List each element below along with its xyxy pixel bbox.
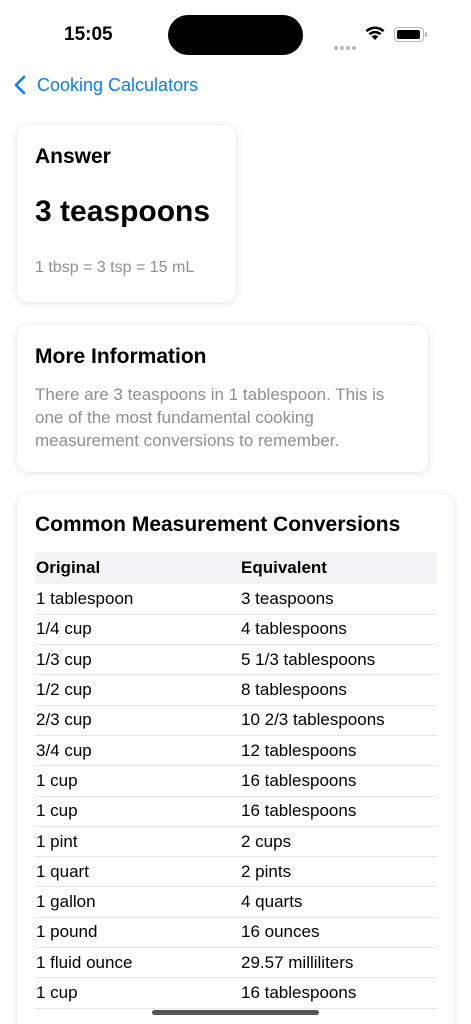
equivalent-cell: 5 1/3 tablespoons xyxy=(240,644,437,676)
table-row: 1/3 cup 5 1/3 tablespoons xyxy=(35,644,437,676)
answer-card: Answer 3 teaspoons 1 tbsp = 3 tsp = 15 m… xyxy=(17,125,236,302)
info-text-line: one of the most fundamental cooking xyxy=(35,408,314,427)
wifi-icon xyxy=(365,26,385,40)
conversions-card: Common Measurement Conversions Original … xyxy=(17,494,454,1024)
answer-note: 1 tbsp = 3 tsp = 15 mL xyxy=(35,259,195,276)
equivalent-cell: 16 tablespoons xyxy=(240,796,437,827)
original-cell: 1 cup xyxy=(35,796,240,827)
battery-icon xyxy=(394,27,427,42)
back-button-label: Cooking Calculators xyxy=(37,74,199,95)
original-cell: 1/3 cup xyxy=(35,644,240,676)
equivalent-cell: 16 ounces xyxy=(240,917,437,949)
original-cell: 1 cup xyxy=(35,765,240,797)
table-row: 1/2 cup 8 tablespoons xyxy=(35,674,437,706)
equivalent-cell: 16 tablespoons xyxy=(240,977,437,1009)
table-row: 1 quart 2 pints xyxy=(35,856,437,888)
equivalent-cell: 8 tablespoons xyxy=(240,674,437,706)
equivalent-cell: 29.57 milliliters xyxy=(240,947,437,979)
original-cell: 2/3 cup xyxy=(35,705,240,736)
status-bar: 15:05 xyxy=(0,0,471,62)
original-cell: 1/2 cup xyxy=(35,674,240,706)
table-row: 1 cup 16 tablespoons xyxy=(35,977,437,1009)
chevron-left-icon xyxy=(14,75,26,95)
column-header-equivalent: Equivalent xyxy=(240,552,437,584)
answer-value: 3 teaspoons xyxy=(35,195,211,228)
status-time: 15:05 xyxy=(64,24,113,45)
original-cell: 3/4 cup xyxy=(35,735,240,767)
equivalent-cell: 4 quarts xyxy=(240,886,437,918)
original-cell: 1 cup xyxy=(35,977,240,1009)
table-row: 2/3 cup 10 2/3 tablespoons xyxy=(35,705,437,736)
table-header-row: Original Equivalent xyxy=(35,552,437,584)
dynamic-island xyxy=(168,15,303,55)
cellular-signal-icon xyxy=(334,37,358,55)
original-cell: 1 pound xyxy=(35,917,240,949)
table-row: 1 cup 16 tablespoons xyxy=(35,765,437,797)
original-cell: 1 pint xyxy=(35,826,240,858)
table-row: 1 pint 2 cups xyxy=(35,826,437,858)
equivalent-cell: 16 tablespoons xyxy=(240,765,437,797)
info-text-line: measurement conversions to remember. xyxy=(35,431,340,450)
more-information-heading: More Information xyxy=(35,345,207,368)
answer-heading: Answer xyxy=(35,145,111,168)
table-row: 1 tablespoon 3 teaspoons xyxy=(35,584,437,615)
table-row: 1 gallon 4 quarts xyxy=(35,886,437,918)
equivalent-cell: 10 2/3 tablespoons xyxy=(240,705,437,736)
original-cell: 1 gallon xyxy=(35,886,240,918)
equivalent-cell: 12 tablespoons xyxy=(240,735,437,767)
original-cell: 1 quart xyxy=(35,856,240,888)
table-row: 1 cup 16 tablespoons xyxy=(35,796,437,827)
equivalent-cell: 3 teaspoons xyxy=(240,584,437,615)
table-row: 1 fluid ounce 29.57 milliliters xyxy=(35,947,437,979)
equivalent-cell: 2 pints xyxy=(240,856,437,888)
table-row: 1/4 cup 4 tablespoons xyxy=(35,614,437,646)
back-button[interactable]: Cooking Calculators xyxy=(12,72,198,98)
table-row: 3/4 cup 12 tablespoons xyxy=(35,735,437,767)
column-header-original: Original xyxy=(35,552,240,584)
table-row: 1 pound 16 ounces xyxy=(35,917,437,949)
conversions-table: Original Equivalent 1 tablespoon 3 teaspo… xyxy=(35,552,437,1009)
equivalent-cell: 2 cups xyxy=(240,826,437,858)
conversions-title: Common Measurement Conversions xyxy=(35,513,401,536)
info-text-line: There are 3 teaspoons in 1 tablespoon. T… xyxy=(35,385,385,404)
more-information-card: More Information There are 3 teaspoons i… xyxy=(17,325,428,472)
original-cell: 1/4 cup xyxy=(35,614,240,646)
original-cell: 1 fluid ounce xyxy=(35,947,240,979)
more-information-text: There are 3 teaspoons in 1 tablespoon. T… xyxy=(35,383,410,452)
equivalent-cell: 4 tablespoons xyxy=(240,614,437,646)
home-indicator[interactable] xyxy=(152,1010,319,1015)
original-cell: 1 tablespoon xyxy=(35,584,240,615)
